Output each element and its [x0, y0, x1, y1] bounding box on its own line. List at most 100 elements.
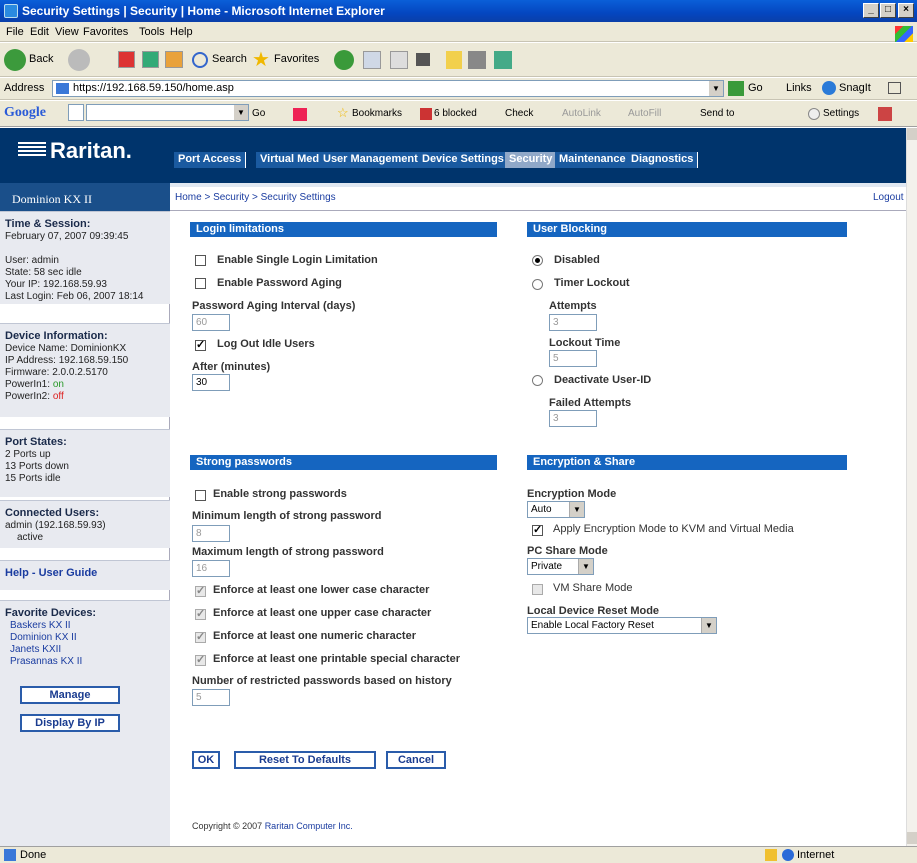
logout-idle-checkbox[interactable]: [195, 338, 206, 351]
menu-favorites[interactable]: Favorites: [83, 26, 128, 38]
attempts-input[interactable]: 3: [549, 314, 597, 331]
ok-button[interactable]: OK: [192, 751, 220, 769]
stop-icon[interactable]: [118, 51, 135, 68]
send-to-button[interactable]: Send to: [700, 108, 734, 119]
snagit-window-icon[interactable]: [888, 82, 901, 94]
history-input[interactable]: 5: [192, 689, 230, 706]
uppercase-checkbox[interactable]: [195, 607, 206, 620]
back-arrow-icon[interactable]: [4, 49, 26, 71]
reset-defaults-button[interactable]: Reset To Defaults: [234, 751, 376, 769]
google-go-button[interactable]: Go: [252, 108, 265, 119]
settings-icon[interactable]: [808, 108, 820, 120]
tab-security[interactable]: Security: [505, 152, 558, 168]
menu-help[interactable]: Help: [170, 26, 193, 38]
print-icon[interactable]: [390, 51, 408, 69]
spell-check-button[interactable]: Check: [505, 108, 533, 119]
timer-lockout-radio[interactable]: [532, 279, 543, 290]
min-length-input[interactable]: 8: [192, 525, 230, 542]
breadcrumb[interactable]: Home > Security > Security Settings: [175, 192, 336, 203]
raritan-link[interactable]: Raritan Computer Inc.: [265, 821, 353, 831]
snagit-icon[interactable]: [822, 81, 836, 95]
home-icon[interactable]: [165, 51, 183, 68]
translate-icon[interactable]: [878, 107, 892, 121]
mail-icon[interactable]: [363, 51, 381, 69]
vm-share-checkbox[interactable]: [532, 584, 543, 595]
refresh-icon[interactable]: [142, 51, 159, 68]
tab-maintenance[interactable]: Maintenance: [555, 152, 631, 168]
session-user: User: admin: [5, 255, 59, 266]
autofill-button[interactable]: AutoFill: [628, 108, 661, 119]
pc-share-select[interactable]: Private ▼: [527, 558, 594, 575]
lowercase-checkbox[interactable]: [195, 584, 206, 597]
messenger-icon[interactable]: [494, 51, 512, 69]
tab-diagnostics[interactable]: Diagnostics: [627, 152, 699, 168]
max-length-input[interactable]: 16: [192, 560, 230, 577]
after-minutes-input[interactable]: 30: [192, 374, 230, 391]
menu-tools[interactable]: Tools: [139, 26, 165, 38]
menu-view[interactable]: View: [55, 26, 79, 38]
google-logo-dropdown[interactable]: [68, 104, 84, 121]
manage-button[interactable]: Manage: [20, 686, 120, 704]
window-title-bar: Security Settings | Security | Home - Mi…: [0, 0, 917, 22]
blocking-disabled-radio[interactable]: [532, 255, 543, 266]
cancel-button[interactable]: Cancel: [386, 751, 446, 769]
address-input[interactable]: https://192.168.59.150/home.asp ▼: [52, 80, 724, 97]
tab-device-settings[interactable]: Device Settings: [418, 152, 509, 168]
popup-blocker-icon[interactable]: [420, 108, 432, 120]
go-arrow-icon[interactable]: [728, 81, 744, 96]
close-button[interactable]: ×: [898, 3, 914, 18]
favorite-device-link[interactable]: Janets KXII: [5, 644, 61, 655]
google-search-input[interactable]: ▼: [86, 104, 249, 121]
security-zone: Internet: [797, 849, 835, 861]
search-icon[interactable]: [192, 52, 208, 68]
special-char-checkbox[interactable]: [195, 653, 206, 666]
google-dropdown-icon[interactable]: ▼: [234, 105, 248, 120]
back-label[interactable]: Back: [29, 53, 53, 65]
port-states-panel: Port States: 2 Ports up 13 Ports down 15…: [0, 429, 170, 497]
lockout-time-input[interactable]: 5: [549, 350, 597, 367]
menu-file[interactable]: File: [6, 26, 24, 38]
numeric-checkbox[interactable]: [195, 630, 206, 643]
address-dropdown-icon[interactable]: ▼: [709, 81, 723, 96]
tab-user-management[interactable]: User Management: [319, 152, 423, 168]
research-icon[interactable]: [468, 51, 486, 69]
logout-link[interactable]: Logout: [873, 192, 904, 203]
aging-interval-input[interactable]: 60: [192, 314, 230, 331]
maximize-button[interactable]: □: [880, 3, 896, 18]
reset-mode-select[interactable]: Enable Local Factory Reset ▼: [527, 617, 717, 634]
settings-button[interactable]: Settings: [823, 108, 859, 119]
scroll-down-icon[interactable]: [907, 832, 917, 844]
apply-encryption-checkbox[interactable]: [532, 523, 543, 536]
favorite-device-link[interactable]: Baskers KX II: [5, 620, 71, 631]
strong-passwords-checkbox[interactable]: [195, 490, 206, 501]
display-by-ip-button[interactable]: Display By IP: [20, 714, 120, 732]
password-aging-checkbox[interactable]: [195, 278, 206, 289]
discuss-icon[interactable]: [446, 51, 462, 69]
bookmarks-button[interactable]: Bookmarks: [352, 108, 402, 119]
snagit-label[interactable]: SnagIt: [839, 82, 871, 94]
favorite-device-link[interactable]: Dominion KX II: [5, 632, 77, 643]
favorite-device-link[interactable]: Prasannas KX II: [5, 656, 82, 667]
media-icon[interactable]: [334, 50, 354, 70]
go-button[interactable]: Go: [748, 82, 763, 94]
vertical-scrollbar[interactable]: [906, 128, 917, 846]
encryption-mode-select[interactable]: Auto ▼: [527, 501, 585, 518]
failed-attempts-input[interactable]: 3: [549, 410, 597, 427]
menu-edit[interactable]: Edit: [30, 26, 49, 38]
search-label[interactable]: Search: [212, 53, 247, 65]
deactivate-userid-radio[interactable]: [532, 375, 543, 386]
single-login-checkbox[interactable]: [195, 255, 206, 266]
autolink-button[interactable]: AutoLink: [562, 108, 601, 119]
favorites-star-icon[interactable]: ★: [252, 47, 270, 72]
help-user-guide-link[interactable]: Help - User Guide: [5, 567, 97, 579]
scroll-up-icon[interactable]: [907, 128, 917, 140]
forward-arrow-icon[interactable]: [68, 49, 90, 71]
bookmarks-star-icon[interactable]: ☆: [337, 105, 349, 121]
favorites-label[interactable]: Favorites: [274, 53, 319, 65]
minimize-button[interactable]: _: [863, 3, 879, 18]
edit-icon[interactable]: [416, 53, 430, 66]
pagerank-icon[interactable]: [293, 108, 307, 121]
tab-port-access[interactable]: Port Access: [174, 152, 247, 168]
links-label[interactable]: Links: [786, 82, 812, 94]
blocked-count[interactable]: 6 blocked: [434, 108, 477, 119]
